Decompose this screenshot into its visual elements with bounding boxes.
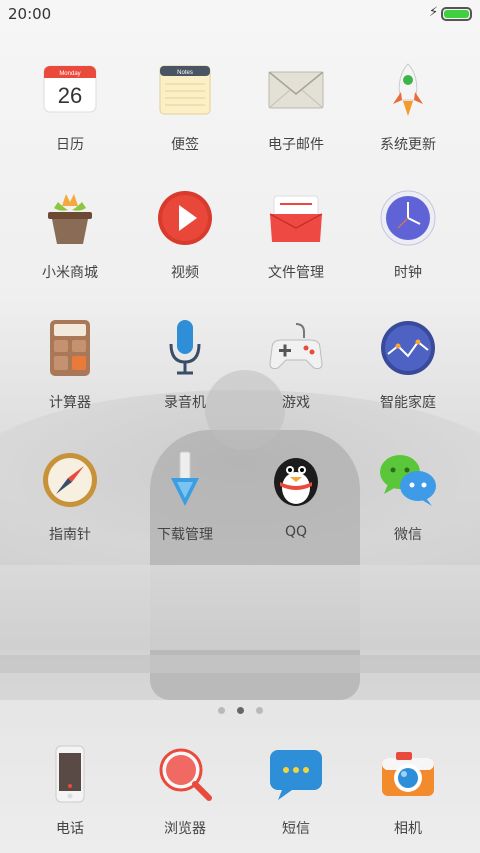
- folder-icon: [266, 188, 326, 248]
- app-label: 录音机: [164, 395, 206, 411]
- app-video[interactable]: 视频: [135, 188, 235, 282]
- magnifier-icon: [155, 744, 215, 804]
- page-dot[interactable]: [217, 707, 225, 714]
- notes-icon: Notes: [155, 60, 215, 120]
- app-recorder[interactable]: 录音机: [135, 318, 235, 412]
- rocket-icon: [378, 60, 438, 120]
- wechat-icon: [378, 450, 438, 510]
- chat-bubble-icon: [266, 744, 326, 804]
- download-icon: [155, 450, 215, 510]
- dock-camera[interactable]: 相机: [358, 744, 458, 838]
- app-label: 游戏: [282, 395, 310, 411]
- app-label: 时钟: [394, 265, 422, 281]
- dock-phone[interactable]: 电话: [20, 744, 120, 838]
- charging-icon: ⚡: [429, 5, 439, 20]
- page-dot-active[interactable]: [236, 707, 244, 714]
- app-games[interactable]: 游戏: [246, 318, 346, 412]
- app-label: QQ: [284, 524, 308, 540]
- camera-icon: [378, 744, 438, 804]
- app-calendar[interactable]: Monday 26 日历: [20, 60, 120, 154]
- dock-messages[interactable]: 短信: [246, 744, 346, 838]
- envelope-icon: [266, 60, 326, 120]
- app-label: 日历: [56, 137, 84, 153]
- app-label: 视频: [171, 265, 199, 281]
- app-downloads[interactable]: 下载管理: [135, 450, 235, 544]
- play-icon: [155, 188, 215, 248]
- penguin-icon: [266, 450, 326, 510]
- app-calculator[interactable]: 计算器: [20, 318, 120, 412]
- app-clock[interactable]: 时钟: [358, 188, 458, 282]
- app-notes[interactable]: Notes 便签: [135, 60, 235, 154]
- battery-icon: [441, 7, 472, 21]
- page-dot[interactable]: [255, 707, 263, 714]
- calculator-icon: [40, 318, 100, 378]
- plant-pot-icon: [40, 188, 100, 248]
- status-bar: 20:00 ⚡: [0, 0, 480, 28]
- app-label: 文件管理: [268, 265, 324, 281]
- app-system-update[interactable]: 系统更新: [358, 60, 458, 154]
- app-label: 计算器: [49, 395, 91, 411]
- gamepad-icon: [266, 318, 326, 378]
- app-label: 指南针: [49, 527, 91, 543]
- compass-icon: [40, 450, 100, 510]
- app-file-manager[interactable]: 文件管理: [246, 188, 346, 282]
- app-label: 浏览器: [164, 821, 206, 837]
- microphone-icon: [155, 318, 215, 378]
- calendar-month: Monday: [59, 71, 80, 77]
- app-label: 小米商城: [42, 265, 98, 281]
- app-label: 微信: [394, 527, 422, 543]
- app-compass[interactable]: 指南针: [20, 450, 120, 544]
- app-label: 短信: [282, 821, 310, 837]
- app-label: 下载管理: [157, 527, 213, 543]
- calendar-date: 26: [58, 83, 82, 108]
- app-label: 系统更新: [380, 137, 436, 153]
- app-label: 相机: [394, 821, 422, 837]
- app-qq[interactable]: QQ: [246, 450, 346, 540]
- app-smart-home[interactable]: 智能家庭: [358, 318, 458, 412]
- app-email[interactable]: 电子邮件: [246, 60, 346, 154]
- app-mi-store[interactable]: 小米商城: [20, 188, 120, 282]
- app-label: 智能家庭: [380, 395, 436, 411]
- clock-icon: [378, 188, 438, 248]
- app-label: 电话: [56, 821, 84, 837]
- dock-browser[interactable]: 浏览器: [135, 744, 235, 838]
- smart-home-icon: [378, 318, 438, 378]
- app-label: 电子邮件: [268, 137, 324, 153]
- app-wechat[interactable]: 微信: [358, 450, 458, 544]
- app-label: 便签: [171, 137, 199, 153]
- notes-title: Notes: [177, 70, 193, 76]
- phone-icon: [40, 744, 100, 804]
- status-time: 20:00: [8, 5, 52, 23]
- page-indicator: [0, 699, 480, 718]
- calendar-icon: Monday 26: [40, 60, 100, 120]
